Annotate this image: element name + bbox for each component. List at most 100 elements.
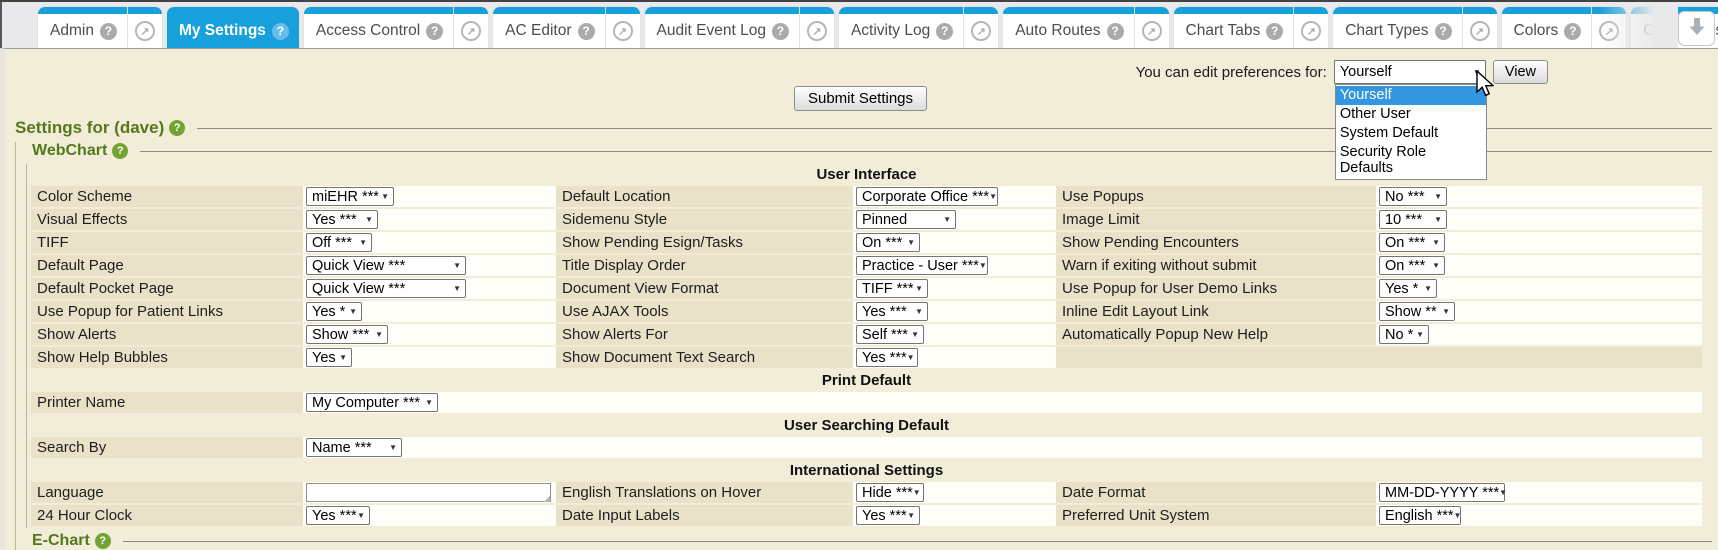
setting-value-cell: miEHR ***▼ (303, 186, 556, 209)
setting-value-cell: My Computer ***▼ (303, 392, 556, 415)
default-page-select[interactable]: Quick View ***▼ (306, 256, 466, 275)
chevron-down-icon: ▼ (1424, 284, 1432, 293)
setting-value-cell: Show **▼ (1376, 301, 1702, 324)
use-popup-for-patient-links-select[interactable]: Yes *▼ (306, 302, 362, 321)
setting-label-printer-name: Printer Name (31, 392, 303, 415)
tab-ac-editor[interactable]: AC Editor?↗ (493, 7, 639, 48)
english-translations-on-hover-select[interactable]: Hide ***▼ (856, 483, 924, 502)
show-alerts-for-select[interactable]: Self ***▼ (856, 325, 924, 344)
setting-label-use-popup-for-user-demo-links: Use Popup for User Demo Links (1056, 278, 1376, 301)
tab-auto-routes[interactable]: Auto Routes?↗ (1003, 7, 1168, 48)
view-button[interactable]: View (1493, 60, 1548, 84)
tab-popout[interactable]: ↗ (1462, 7, 1497, 48)
date-format-select[interactable]: MM-DD-YYYY ***▼ (1379, 483, 1505, 502)
show-pending-esign-tasks-select[interactable]: On ***▼ (856, 233, 920, 252)
setting-value-cell: Name ***▼ (303, 437, 556, 460)
select-value: On *** (1385, 235, 1425, 251)
visual-effects-select[interactable]: Yes ***▼ (306, 210, 378, 229)
tab-popout[interactable]: ↗ (1591, 7, 1626, 48)
chevron-down-icon: ▼ (359, 238, 367, 247)
chevron-down-icon: ▼ (1499, 488, 1507, 497)
legend-rule (123, 541, 1712, 542)
24-hour-clock-select[interactable]: Yes ***▼ (306, 506, 370, 525)
help-icon[interactable]: ? (1266, 23, 1283, 40)
chevron-down-icon: ▼ (1434, 192, 1442, 201)
title-display-order-select[interactable]: Practice - User ***▼ (856, 256, 988, 275)
language-input[interactable]: ◢ (306, 483, 551, 502)
webchart-heading: WebChart (32, 142, 107, 160)
setting-label-show-pending-encounters: Show Pending Encounters (1056, 232, 1376, 255)
setting-label-default-page: Default Page (31, 255, 303, 278)
setting-value-cell: Corporate Office ***▼ (853, 186, 1056, 209)
help-icon[interactable]: ? (169, 120, 185, 136)
chevron-down-icon: ▼ (1416, 330, 1424, 339)
select-value: My Computer *** (312, 395, 420, 411)
inline-edit-layout-link-select[interactable]: Show **▼ (1379, 302, 1455, 321)
image-limit-select[interactable]: 10 ***▼ (1379, 210, 1447, 229)
tab-my-settings[interactable]: My Settings? (167, 7, 299, 48)
help-icon[interactable]: ? (1107, 23, 1124, 40)
show-help-bubbles-select[interactable]: Yes▼ (306, 348, 352, 367)
tab-admin[interactable]: Admin?↗ (38, 7, 162, 48)
tiff-select[interactable]: Off ***▼ (306, 233, 372, 252)
preferred-unit-system-select[interactable]: English ***▼ (1379, 506, 1461, 525)
tab-audit-event-log[interactable]: Audit Event Log?↗ (645, 7, 834, 48)
tab-popout[interactable]: ↗ (963, 7, 998, 48)
use-popups-select[interactable]: No ***▼ (1379, 187, 1447, 206)
tab-popout[interactable]: ↗ (605, 7, 640, 48)
tab-main: Chart Tabs? (1174, 7, 1294, 48)
sidemenu-style-select[interactable]: Pinned▼ (856, 210, 956, 229)
printer-name-select[interactable]: My Computer ***▼ (306, 393, 438, 412)
tab-scroll-down-button[interactable] (1678, 11, 1715, 46)
setting-label-title-display-order: Title Display Order (556, 255, 853, 278)
setting-value-cell: No ***▼ (1376, 186, 1702, 209)
dropdown-option-security-role-defaults[interactable]: Security Role Defaults (1336, 143, 1486, 178)
help-icon[interactable]: ? (1435, 23, 1452, 40)
tab-chart-tabs[interactable]: Chart Tabs?↗ (1174, 7, 1329, 48)
tab-popout[interactable]: ↗ (799, 7, 834, 48)
edit-preferences-select[interactable]: Yourself ▼ YourselfOther UserSystem Defa… (1334, 60, 1486, 84)
tab-activity-log[interactable]: Activity Log?↗ (839, 7, 998, 48)
tab-label: Colors (1514, 22, 1559, 40)
tab-colors[interactable]: Colors? ↗ (1502, 7, 1627, 48)
dropdown-option-other-user[interactable]: Other User (1336, 105, 1486, 124)
default-pocket-page-select[interactable]: Quick View ***▼ (306, 279, 466, 298)
help-icon[interactable]: ? (100, 23, 117, 40)
color-scheme-select[interactable]: miEHR ***▼ (306, 187, 394, 206)
echart-heading: E-Chart (32, 532, 90, 550)
dropdown-option-system-default[interactable]: System Default (1336, 124, 1486, 143)
help-icon[interactable]: ? (578, 23, 595, 40)
warn-if-exiting-without-submit-select[interactable]: On ***▼ (1379, 256, 1445, 275)
tab-popout[interactable]: ↗ (127, 7, 162, 48)
automatically-popup-new-help-select[interactable]: No *▼ (1379, 325, 1429, 344)
use-popup-for-user-demo-links-select[interactable]: Yes *▼ (1379, 279, 1437, 298)
setting-value-cell: Self ***▼ (853, 324, 1056, 347)
default-location-select[interactable]: Corporate Office ***▼ (856, 187, 998, 206)
help-icon[interactable]: ? (426, 23, 443, 40)
chevron-down-icon: ▼ (913, 488, 921, 497)
help-icon[interactable]: ? (936, 23, 953, 40)
use-ajax-tools-select[interactable]: Yes ***▼ (856, 302, 928, 321)
show-pending-encounters-select[interactable]: On ***▼ (1379, 233, 1445, 252)
help-icon[interactable]: ? (272, 23, 289, 40)
tab-main: Access Control? (304, 7, 453, 48)
tab-popout[interactable]: ↗ (453, 7, 488, 48)
search-by-select[interactable]: Name ***▼ (306, 438, 402, 457)
tab-main: Audit Event Log? (645, 7, 799, 48)
help-icon[interactable]: ? (112, 143, 128, 159)
show-alerts-select[interactable]: Show ***▼ (306, 325, 388, 344)
tab-popout[interactable]: ↗ (1134, 7, 1169, 48)
dropdown-option-yourself[interactable]: Yourself (1336, 86, 1486, 105)
date-input-labels-select[interactable]: Yes ***▼ (856, 506, 920, 525)
popout-icon: ↗ (613, 21, 633, 41)
submit-settings-button[interactable]: Submit Settings (794, 86, 927, 111)
help-icon[interactable]: ? (1564, 23, 1581, 40)
show-document-text-search-select[interactable]: Yes ***▼ (856, 348, 918, 367)
help-icon[interactable]: ? (772, 23, 789, 40)
tab-popout[interactable]: ↗ (1293, 7, 1328, 48)
help-icon[interactable]: ? (95, 533, 111, 549)
setting-label-default-location: Default Location (556, 186, 853, 209)
document-view-format-select[interactable]: TIFF ***▼ (856, 279, 928, 298)
tab-access-control[interactable]: Access Control?↗ (304, 7, 488, 48)
tab-chart-types[interactable]: Chart Types?↗ (1333, 7, 1496, 48)
